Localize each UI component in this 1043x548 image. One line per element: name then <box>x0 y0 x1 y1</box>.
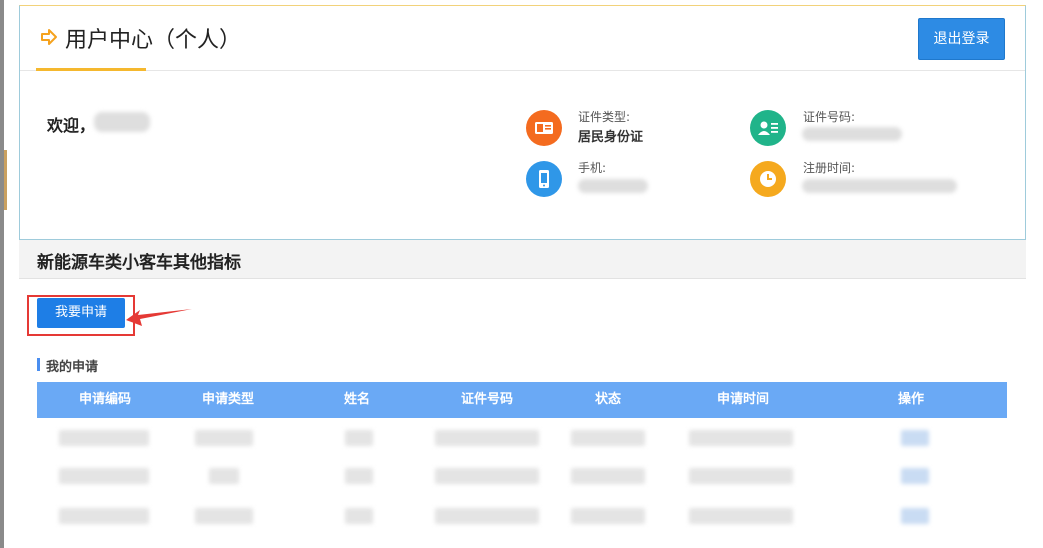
table-row <box>37 468 1007 506</box>
table-row <box>37 430 1007 468</box>
title-underline <box>36 68 146 71</box>
cell-redacted <box>689 468 793 484</box>
col-name: 姓名 <box>343 392 370 407</box>
row-action-link[interactable] <box>901 508 929 524</box>
phone-icon <box>526 161 562 197</box>
cell-redacted <box>689 508 793 524</box>
phone-label: 手机: <box>578 161 607 175</box>
arrow-right-icon <box>41 29 57 45</box>
col-actions: 操作 <box>897 392 924 407</box>
apply-button[interactable]: 我要申请 <box>37 298 125 328</box>
col-apply-time: 申请时间 <box>716 392 769 407</box>
section-header: 新能源车类小客车其他指标 <box>19 240 1026 279</box>
phone-redacted <box>578 179 648 193</box>
register-time-redacted <box>802 179 957 193</box>
row-action-link[interactable] <box>901 468 929 484</box>
cell-redacted <box>571 430 645 446</box>
username-redacted <box>94 112 150 132</box>
cell-redacted <box>59 468 149 484</box>
cell-redacted <box>209 468 239 484</box>
id-card-icon <box>526 110 562 146</box>
red-arrow-annotation <box>126 309 192 326</box>
welcome-label: 欢迎， <box>47 116 96 135</box>
cell-redacted <box>59 508 149 524</box>
section-title: 新能源车类小客车其他指标 <box>37 253 241 273</box>
card-header: 用户中心（个人） 退出登录 <box>20 6 1025 71</box>
id-type-value: 居民身份证 <box>578 130 644 145</box>
cell-redacted <box>435 468 539 484</box>
col-apply-code: 申请编码 <box>78 392 131 407</box>
id-number-redacted <box>802 127 902 141</box>
page-title: 用户中心（个人） <box>65 28 242 53</box>
logout-button[interactable]: 退出登录 <box>918 18 1005 60</box>
cell-redacted <box>195 508 253 524</box>
row-action-link[interactable] <box>901 430 929 446</box>
col-status: 状态 <box>594 392 621 407</box>
cell-redacted <box>59 430 149 446</box>
col-id-number: 证件号码 <box>460 392 513 407</box>
my-apply-title: 我的申请 <box>46 360 99 375</box>
cell-redacted <box>195 430 253 446</box>
cell-redacted <box>689 430 793 446</box>
window-edge <box>0 0 4 548</box>
register-time-label: 注册时间: <box>803 161 856 175</box>
clock-icon <box>750 161 786 197</box>
id-type-label: 证件类型: <box>578 110 631 124</box>
id-number-icon <box>750 110 786 146</box>
cell-redacted <box>345 468 373 484</box>
col-apply-type: 申请类型 <box>201 392 254 407</box>
id-number-label: 证件号码: <box>803 110 856 124</box>
cell-redacted <box>571 508 645 524</box>
cell-redacted <box>345 508 373 524</box>
cell-redacted <box>345 430 373 446</box>
cell-redacted <box>571 468 645 484</box>
table-header: 申请编码 申请类型 姓名 证件号码 状态 申请时间 操作 <box>37 382 1007 418</box>
cell-redacted <box>435 430 539 446</box>
table-row <box>37 508 1007 546</box>
cell-redacted <box>435 508 539 524</box>
user-center-card: 用户中心（个人） 退出登录 欢迎， 证件类型: 居民身份证 证件号码: 手机: … <box>19 5 1026 240</box>
my-apply-marker <box>37 358 40 371</box>
window-edge-accent <box>4 150 7 210</box>
